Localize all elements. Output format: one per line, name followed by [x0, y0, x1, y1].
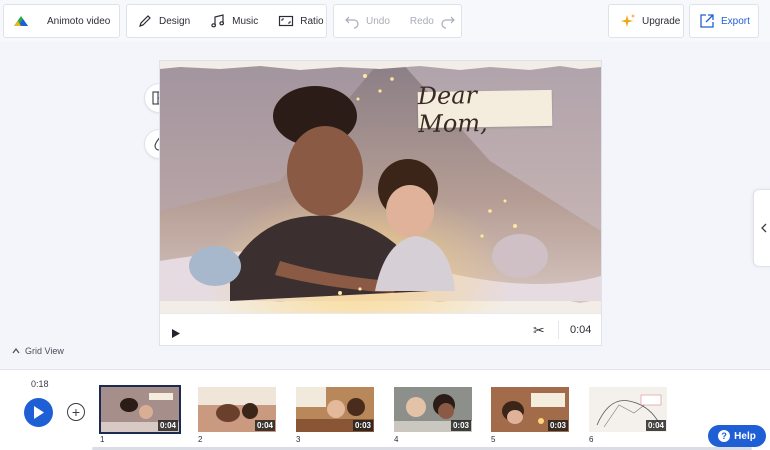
plus-icon: + — [71, 404, 81, 420]
overlay-text: Dear Mom, — [417, 81, 488, 139]
design-label: Design — [159, 15, 191, 27]
timeline-clip-5[interactable]: 0:03 — [491, 387, 569, 432]
clip-number: 2 — [198, 435, 203, 444]
timeline: 0:18 + 0:04 1 0:04 2 0:03 3 0:03 4 0:03 … — [0, 369, 770, 450]
clip-duration-badge: 0:03 — [450, 420, 471, 431]
timeline-clip-3[interactable]: 0:03 — [296, 387, 374, 432]
timeline-clip-1[interactable]: 0:04 — [99, 385, 181, 434]
overlay-text-card[interactable]: Dear Mom, — [418, 81, 553, 138]
timeline-clip-2[interactable]: 0:04 — [198, 387, 276, 432]
music-button[interactable]: Music — [200, 5, 268, 37]
player-divider — [558, 321, 559, 339]
clip-number: 3 — [296, 435, 301, 444]
scissors-icon: ✂ — [533, 322, 545, 338]
clip-duration-badge: 0:04 — [157, 420, 178, 431]
sparkle-icon — [621, 14, 635, 27]
chevron-up-icon — [12, 348, 20, 354]
upgrade-button[interactable]: Upgrade — [608, 4, 684, 38]
timeline-clip-4[interactable]: 0:03 — [394, 387, 472, 432]
undo-button[interactable]: Undo — [334, 5, 400, 37]
clip-duration-badge: 0:04 — [254, 420, 275, 431]
aspect-ratio-icon — [279, 15, 294, 27]
elapsed-time: 0:18 — [31, 379, 49, 389]
play-icon — [172, 329, 180, 338]
redo-icon — [441, 16, 455, 29]
play-all-button[interactable] — [24, 398, 53, 427]
trim-button[interactable]: ✂ — [533, 322, 545, 339]
undo-label: Undo — [366, 15, 390, 27]
export-icon — [700, 14, 714, 28]
project-group: Animoto video — [3, 4, 120, 38]
pen-icon — [139, 15, 151, 27]
help-button[interactable]: ? Help — [708, 425, 766, 447]
add-block-button[interactable]: + — [67, 403, 85, 421]
preview-image[interactable]: Dear Mom, — [160, 61, 601, 313]
grid-view-toggle[interactable]: Grid View — [12, 346, 64, 356]
ratio-button[interactable]: Ratio — [268, 5, 333, 37]
history-group: Undo Redo — [333, 4, 462, 38]
export-button-inner[interactable]: Export — [690, 5, 750, 37]
animoto-logo-icon — [14, 16, 28, 26]
top-toolbar: Animoto video Design Music Ratio Undo Re… — [0, 0, 770, 42]
player-controls: ✂ 0:04 — [160, 313, 601, 345]
ratio-label: Ratio — [300, 15, 324, 27]
export-button[interactable]: Export — [689, 4, 759, 38]
music-note-icon — [211, 14, 225, 28]
grid-view-label: Grid View — [25, 346, 64, 356]
project-name[interactable]: Animoto video — [37, 5, 120, 37]
clip-number: 4 — [394, 435, 399, 444]
undo-icon — [345, 16, 359, 29]
upgrade-button-inner[interactable]: Upgrade — [609, 5, 680, 37]
preview-play-button[interactable] — [172, 325, 180, 343]
clip-duration: 0:04 — [570, 324, 592, 336]
design-button[interactable]: Design — [127, 5, 200, 37]
edit-tools-group: Design Music Ratio — [126, 4, 327, 38]
panel-toggle[interactable] — [753, 189, 770, 267]
question-icon: ? — [718, 430, 731, 442]
clip-number: 1 — [100, 435, 105, 444]
animoto-logo-button[interactable] — [4, 5, 37, 37]
help-label: Help — [734, 430, 756, 442]
export-label: Export — [721, 15, 750, 27]
redo-button[interactable]: Redo — [400, 5, 466, 37]
chevron-left-icon — [760, 223, 766, 233]
timeline-clip-6[interactable]: 0:04 — [589, 387, 667, 432]
clip-duration-badge: 0:04 — [645, 420, 666, 431]
music-label: Music — [232, 15, 259, 27]
clip-duration-badge: 0:03 — [547, 420, 568, 431]
clip-number: 6 — [589, 435, 594, 444]
clip-duration-badge: 0:03 — [352, 420, 373, 431]
upgrade-label: Upgrade — [642, 15, 681, 27]
redo-label: Redo — [409, 15, 434, 27]
video-preview: Dear Mom, ✂ 0:04 — [159, 60, 602, 346]
clip-number: 5 — [491, 435, 496, 444]
play-icon — [34, 406, 44, 419]
